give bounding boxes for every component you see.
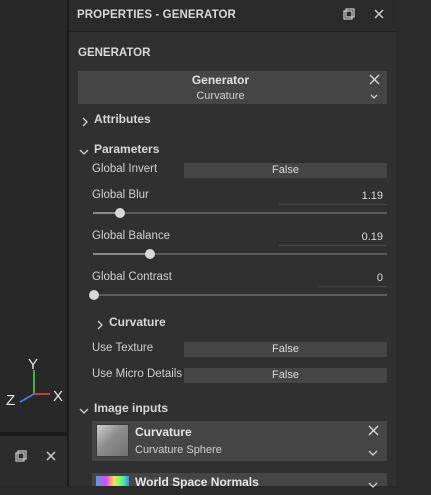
y-axis-label: Y xyxy=(28,356,39,373)
x-axis-label: X xyxy=(53,388,64,405)
right-gutter xyxy=(396,0,431,486)
group-parameters[interactable]: Parameters xyxy=(94,142,159,156)
global-contrast-value-underline xyxy=(319,286,387,287)
panel-title: PROPERTIES - GENERATOR xyxy=(77,9,236,21)
global-contrast-label: Global Contrast xyxy=(92,271,172,283)
generator-box-title: Generator xyxy=(191,73,250,87)
global-balance-value[interactable]: 0.19 xyxy=(279,231,383,243)
use-micro-details-toggle[interactable]: False xyxy=(184,368,387,383)
generator-selector[interactable]: Generator Curvature xyxy=(78,71,387,104)
chevron-right-icon[interactable] xyxy=(95,317,105,330)
chevron-down-icon[interactable] xyxy=(368,445,378,456)
global-contrast-slider-knob[interactable] xyxy=(89,290,99,300)
close-icon[interactable] xyxy=(369,74,380,88)
global-balance-slider-knob[interactable] xyxy=(145,249,155,259)
axis-gizmo: Y X Z xyxy=(0,356,67,412)
use-micro-details-label: Use Micro Details xyxy=(92,368,183,380)
image-input-selected: Curvature Sphere xyxy=(135,444,222,456)
global-balance-slider-fill xyxy=(93,253,149,255)
panel-titlebar: PROPERTIES - GENERATOR xyxy=(69,0,396,32)
chevron-down-icon[interactable] xyxy=(369,89,379,101)
global-invert-toggle[interactable]: False xyxy=(184,163,387,178)
restore-icon[interactable] xyxy=(342,8,356,22)
close-icon[interactable] xyxy=(43,449,59,465)
use-texture-label: Use Texture xyxy=(92,342,154,354)
global-blur-value[interactable]: 1.19 xyxy=(279,190,383,202)
z-axis-label: Z xyxy=(6,392,16,409)
use-texture-toggle[interactable]: False xyxy=(184,342,387,357)
image-input-card[interactable]: World Space Normals xyxy=(92,473,387,489)
global-invert-label: Global Invert xyxy=(92,163,158,175)
global-blur-value-underline xyxy=(279,204,387,205)
chevron-down-icon[interactable] xyxy=(79,144,89,155)
global-contrast-value[interactable]: 0 xyxy=(279,272,383,284)
close-icon[interactable] xyxy=(368,425,379,439)
section-heading-generator: GENERATOR xyxy=(78,47,151,59)
chevron-right-icon[interactable] xyxy=(80,114,90,127)
global-balance-value-underline xyxy=(279,245,387,246)
properties-panel: PROPERTIES - GENERATOR GENERATOR Generat… xyxy=(69,0,396,489)
global-blur-slider-track[interactable] xyxy=(93,212,387,214)
chevron-down-icon[interactable] xyxy=(79,403,89,414)
generator-selected-value: Curvature xyxy=(196,90,245,102)
global-balance-label: Global Balance xyxy=(92,230,170,242)
global-blur-slider-knob[interactable] xyxy=(115,208,125,218)
group-image-inputs[interactable]: Image inputs xyxy=(94,401,168,415)
image-input-title: World Space Normals xyxy=(135,475,259,489)
restore-icon[interactable] xyxy=(13,449,29,465)
global-contrast-slider-track[interactable] xyxy=(93,294,387,296)
global-blur-label: Global Blur xyxy=(92,189,149,201)
curvature-thumbnail xyxy=(96,424,129,457)
group-attributes[interactable]: Attributes xyxy=(94,112,151,126)
world-space-normals-thumbnail xyxy=(96,476,129,486)
z-axis-line xyxy=(19,393,35,403)
group-curvature[interactable]: Curvature xyxy=(109,315,166,329)
image-input-card[interactable]: Curvature Curvature Sphere xyxy=(92,421,387,461)
image-input-title: Curvature xyxy=(135,425,192,439)
close-icon[interactable] xyxy=(372,8,386,22)
